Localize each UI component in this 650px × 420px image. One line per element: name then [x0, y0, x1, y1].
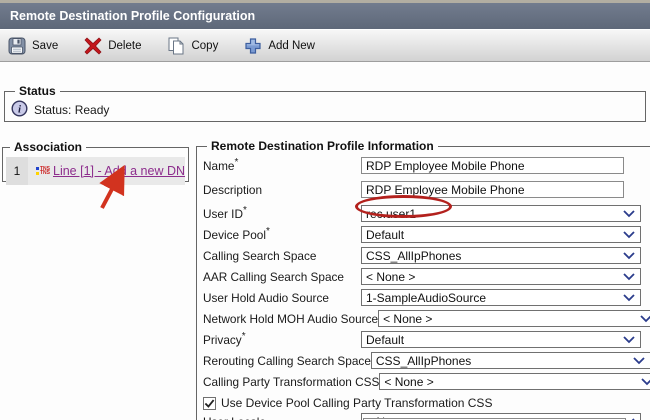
chevron-down-icon	[623, 336, 635, 344]
privacy-select[interactable]: Default	[361, 331, 641, 348]
field-row-use-device-pool-css: Use Device Pool Calling Party Transforma…	[203, 395, 650, 411]
save-icon	[8, 37, 26, 55]
aar-calling-search-space-select[interactable]: < None >	[361, 268, 641, 285]
name-input[interactable]	[361, 157, 624, 174]
association-section: Association 1 TNS TNS Line [1] - Add a n…	[2, 140, 189, 182]
association-row: 1 TNS TNS Line [1] - Add a new DN	[6, 157, 185, 185]
field-row-device-pool: Device Pool* Default	[203, 226, 650, 247]
status-section: Status i Status: Ready	[4, 84, 646, 122]
chevron-down-icon	[640, 315, 650, 323]
copy-button-label: Copy	[191, 40, 218, 52]
description-input[interactable]	[361, 181, 624, 198]
field-row-description: Description	[203, 181, 650, 205]
chevron-down-icon	[623, 210, 635, 218]
field-row-name: Name*	[203, 157, 650, 181]
device-pool-select[interactable]: Default	[361, 226, 641, 243]
chevron-down-icon	[623, 294, 635, 302]
chevron-down-icon	[641, 378, 650, 386]
field-row-user-hold-audio-source: User Hold Audio Source 1-SampleAudioSour…	[203, 289, 650, 310]
save-button-label: Save	[32, 40, 58, 52]
field-row-user-id: User ID* rec.user1	[203, 205, 650, 226]
use-device-pool-css-label: Use Device Pool Calling Party Transforma…	[221, 396, 492, 410]
network-hold-moh-audio-source-select[interactable]: < None >	[378, 310, 650, 327]
calling-party-transformation-css-select[interactable]: < None >	[379, 373, 650, 390]
toolbar: Save Delete Copy Add New	[0, 29, 650, 62]
user-id-select[interactable]: rec.user1	[361, 205, 641, 222]
chevron-down-icon	[623, 273, 635, 281]
add-new-button[interactable]: Add New	[244, 37, 315, 55]
field-row-calling-search-space: Calling Search Space CSS_AllIpPhones	[203, 247, 650, 268]
copy-button[interactable]: Copy	[167, 37, 218, 55]
status-legend: Status	[15, 84, 60, 98]
association-legend: Association	[10, 140, 86, 154]
copy-icon	[167, 37, 185, 55]
privacy-label: Privacy*	[203, 331, 361, 347]
field-row-aar-calling-search-space: AAR Calling Search Space < None >	[203, 268, 650, 289]
rerouting-calling-search-space-label: Rerouting Calling Search Space	[203, 352, 371, 368]
page-title: Remote Destination Profile Configuration	[0, 3, 650, 29]
name-label: Name*	[203, 157, 361, 173]
delete-icon	[84, 37, 102, 55]
association-row-index: 1	[6, 157, 28, 185]
profile-info-section: Remote Destination Profile Information N…	[196, 139, 650, 420]
chevron-down-icon	[623, 252, 635, 260]
use-device-pool-css-checkbox[interactable]	[203, 397, 216, 410]
user-id-label: User ID*	[203, 205, 361, 221]
delete-button-label: Delete	[108, 40, 141, 52]
user-hold-audio-source-label: User Hold Audio Source	[203, 289, 361, 305]
chevron-down-icon	[623, 231, 635, 239]
calling-party-transformation-css-label: Calling Party Transformation CSS	[203, 373, 379, 389]
network-hold-moh-audio-source-label: Network Hold MOH Audio Source	[203, 310, 378, 326]
calling-search-space-select[interactable]: CSS_AllIpPhones	[361, 247, 641, 264]
device-pool-label: Device Pool*	[203, 226, 361, 242]
line-icon: TNS TNS	[36, 167, 50, 176]
add-new-button-label: Add New	[268, 40, 315, 52]
chevron-down-icon	[633, 357, 645, 365]
status-text: Status: Ready	[34, 103, 109, 117]
add-new-dn-link[interactable]: Line [1] - Add a new DN	[53, 164, 185, 178]
rerouting-calling-search-space-select[interactable]: CSS_AllIpPhones	[371, 352, 650, 369]
field-row-rerouting-calling-search-space: Rerouting Calling Search Space CSS_AllIp…	[203, 352, 650, 373]
add-new-icon	[244, 37, 262, 55]
page-title-text: Remote Destination Profile Configuration	[10, 9, 255, 23]
profile-info-legend: Remote Destination Profile Information	[207, 139, 438, 153]
user-hold-audio-source-select[interactable]: 1-SampleAudioSource	[361, 289, 641, 306]
field-row-network-hold-moh-audio-source: Network Hold MOH Audio Source < None >	[203, 310, 650, 331]
field-row-privacy: Privacy* Default	[203, 331, 650, 352]
info-icon: i	[11, 100, 28, 120]
description-label: Description	[203, 181, 361, 197]
delete-button[interactable]: Delete	[84, 37, 141, 55]
calling-search-space-label: Calling Search Space	[203, 247, 361, 263]
field-row-calling-party-transformation-css: Calling Party Transformation CSS < None …	[203, 373, 650, 394]
remote-destination-profile-page: { "title_bar": { "title": "Remote Destin…	[0, 0, 650, 420]
aar-calling-search-space-label: AAR Calling Search Space	[203, 268, 361, 284]
user-locale-label: User Locale	[203, 413, 361, 420]
save-button[interactable]: Save	[8, 37, 58, 55]
